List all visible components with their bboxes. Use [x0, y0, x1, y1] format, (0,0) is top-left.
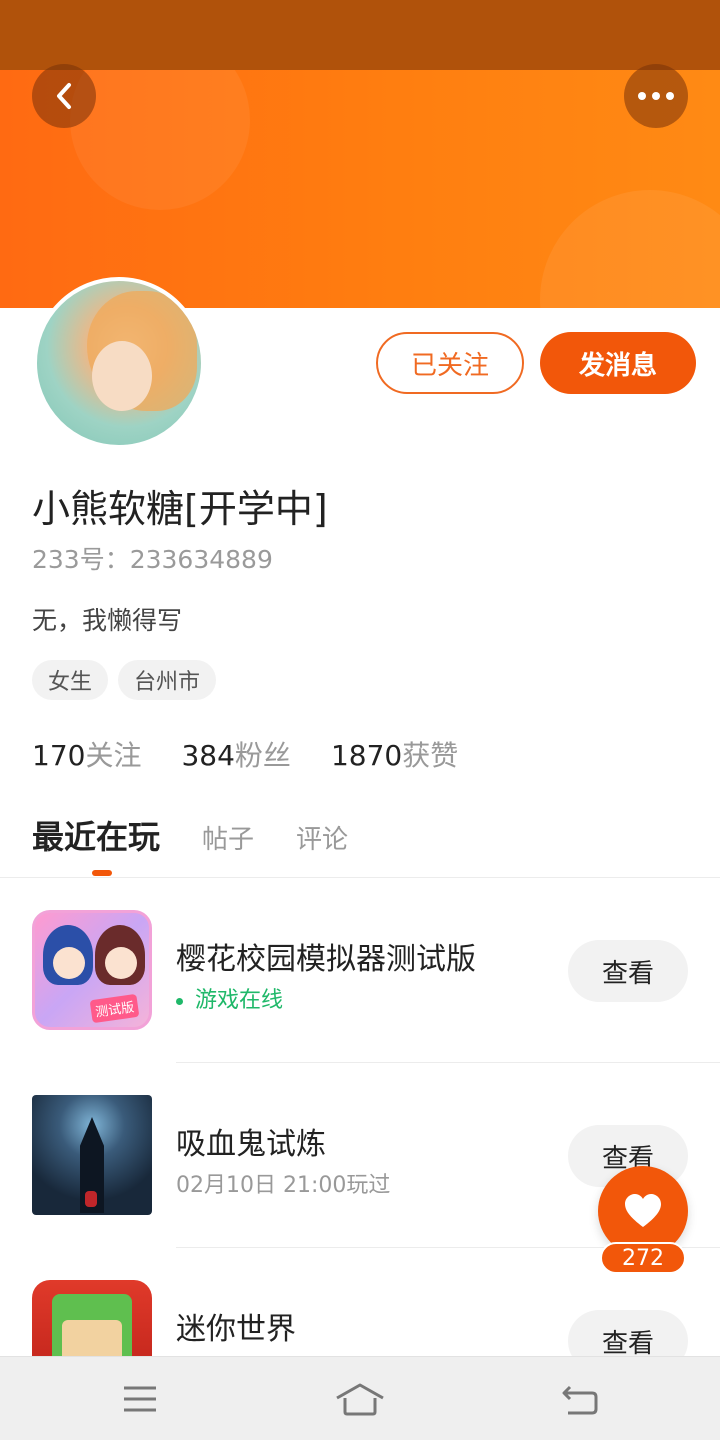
tag-gender: 女生 — [32, 660, 109, 700]
online-dot-icon — [176, 997, 183, 1005]
game-status: 游戏在线 — [176, 982, 283, 1014]
avatar[interactable] — [33, 277, 205, 449]
stat-following[interactable]: 170关注 — [32, 734, 141, 774]
tab-indicator — [92, 870, 112, 876]
game-status-text: 游戏在线 — [195, 988, 284, 1013]
more-button[interactable] — [624, 64, 688, 128]
back-button[interactable] — [32, 64, 96, 128]
game-title: 樱花校园模拟器测试版 — [176, 942, 476, 977]
stat-value: 1870 — [330, 739, 403, 772]
like-count: 272 — [600, 1242, 686, 1274]
stat-label: 关注 — [85, 739, 142, 772]
game-icon-sakura-school[interactable]: 测试版 — [32, 910, 152, 1030]
profile-stats: 170关注 384粉丝 1870获赞 — [32, 734, 458, 774]
stat-value: 384 — [181, 739, 235, 772]
chevron-left-icon — [57, 83, 71, 109]
profile-banner — [0, 70, 720, 308]
user-bio: 无，我懒得写 — [32, 606, 183, 635]
banner-decoration — [70, 70, 250, 210]
username: 小熊软糖[开学中] — [32, 487, 328, 531]
send-message-button[interactable]: 发消息 — [540, 332, 696, 394]
tag-city: 台州市 — [118, 660, 217, 700]
game-last-played: 02月10日 21:00玩过 — [176, 1173, 391, 1198]
stat-followers[interactable]: 384粉丝 — [181, 734, 290, 774]
banner-decoration — [540, 190, 720, 308]
heart-icon — [625, 1194, 661, 1227]
nav-menu-button[interactable] — [100, 1371, 180, 1427]
nav-home-button[interactable] — [320, 1371, 400, 1427]
status-bar — [0, 0, 720, 70]
stat-likes[interactable]: 1870获赞 — [331, 734, 458, 774]
game-list-item[interactable]: 测试版 樱花校园模拟器测试版 游戏在线 查看 — [0, 878, 720, 1063]
stat-value: 170 — [32, 739, 86, 772]
home-icon — [336, 1383, 384, 1416]
followed-button[interactable]: 已关注 — [376, 332, 524, 394]
tab-recently-played[interactable]: 最近在玩 — [32, 812, 160, 858]
back-arrow-icon — [562, 1385, 598, 1415]
menu-icon — [124, 1386, 156, 1412]
icon-badge: 测试版 — [89, 993, 140, 1024]
game-icon-vampire-trial[interactable] — [32, 1095, 152, 1215]
system-nav-bar — [0, 1356, 720, 1440]
nav-back-button[interactable] — [540, 1371, 620, 1427]
stat-label: 获赞 — [402, 739, 459, 772]
game-title: 迷你世界 — [176, 1312, 296, 1347]
view-button[interactable]: 查看 — [568, 940, 688, 1002]
user-id: 233号：233634889 — [32, 545, 273, 574]
game-title: 吸血鬼试炼 — [176, 1127, 326, 1162]
tab-posts[interactable]: 帖子 — [202, 819, 254, 856]
profile-tabs: 最近在玩 帖子 评论 — [32, 812, 348, 858]
more-horizontal-icon — [638, 92, 674, 100]
tab-comments[interactable]: 评论 — [296, 819, 348, 856]
stat-label: 粉丝 — [234, 739, 291, 772]
profile-tags: 女生 台州市 — [32, 660, 217, 700]
